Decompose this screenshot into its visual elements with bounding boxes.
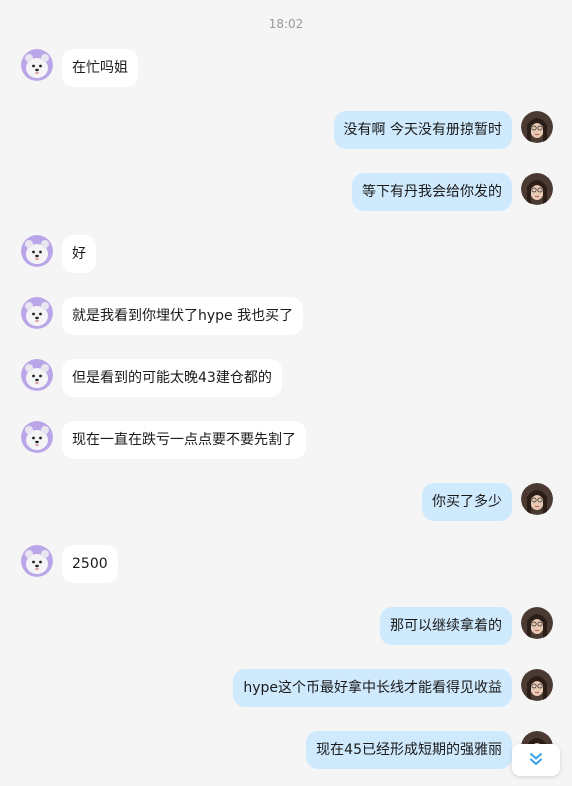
user-avatar[interactable] <box>521 111 553 143</box>
message-bubble[interactable]: 现在一直在跌亏一点点要不要先割了 <box>62 421 306 459</box>
user-avatar[interactable] <box>521 669 553 701</box>
message-bubble[interactable]: hype这个币最好拿中长线才能看得见收益 <box>233 669 512 707</box>
user-avatar[interactable] <box>521 173 553 205</box>
chat-window: 18:02 在忙吗姐 没有啊 今天没有册掠暂时 等下有丹我会给你发的 好 就是我… <box>0 0 572 786</box>
contact-avatar[interactable] <box>21 235 53 267</box>
message-bubble[interactable]: 等下有丹我会给你发的 <box>352 173 512 211</box>
user-avatar[interactable] <box>521 483 553 515</box>
message-bubble[interactable]: 现在45已经形成短期的强雅丽 <box>306 731 512 769</box>
message-bubble[interactable]: 在忙吗姐 <box>62 49 138 87</box>
contact-avatar[interactable] <box>21 49 53 81</box>
message-bubble[interactable]: 2500 <box>62 545 118 583</box>
contact-avatar[interactable] <box>21 297 53 329</box>
message-bubble[interactable]: 就是我看到你埋伏了hype 我也买了 <box>62 297 304 335</box>
contact-avatar[interactable] <box>21 421 53 453</box>
double-chevron-down-icon <box>529 751 543 770</box>
message-bubble[interactable]: 那可以继续拿着的 <box>380 607 512 645</box>
message-timestamp: 18:02 <box>268 17 304 31</box>
user-avatar[interactable] <box>521 607 553 639</box>
message-bubble[interactable]: 好 <box>62 235 96 273</box>
message-bubble[interactable]: 但是看到的可能太晚43建仓都的 <box>62 359 282 397</box>
contact-avatar[interactable] <box>21 359 53 391</box>
scroll-to-bottom-button[interactable] <box>512 744 560 776</box>
message-bubble[interactable]: 你买了多少 <box>422 483 512 521</box>
contact-avatar[interactable] <box>21 545 53 577</box>
message-bubble[interactable]: 没有啊 今天没有册掠暂时 <box>333 111 512 149</box>
